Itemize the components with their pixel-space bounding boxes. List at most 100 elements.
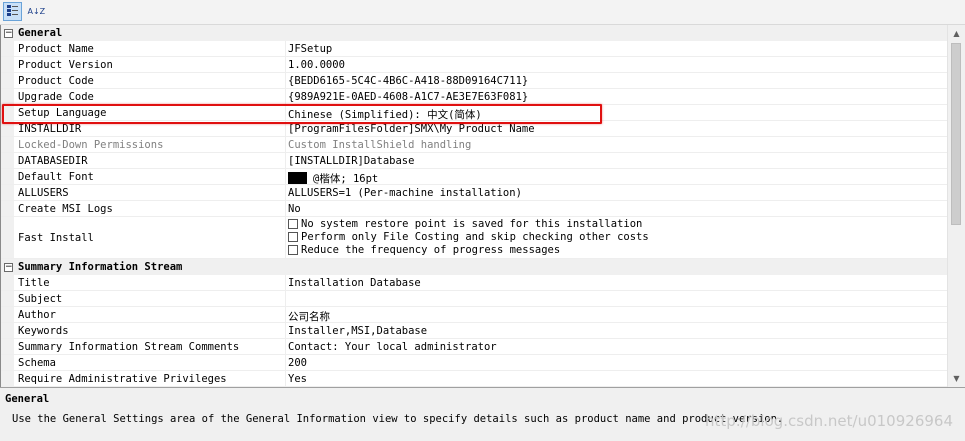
column-divider <box>285 307 286 322</box>
row-margin <box>1 41 14 56</box>
checkbox[interactable] <box>288 245 298 255</box>
property-name: Product Code <box>18 75 94 87</box>
column-divider <box>285 217 286 258</box>
categorized-icon <box>6 4 19 20</box>
property-grid: − General Product Name JFSetup Product Versi… <box>0 25 948 387</box>
column-divider <box>285 323 286 338</box>
property-row[interactable]: Product Version 1.00.0000 <box>1 57 948 73</box>
categorized-view-button[interactable] <box>3 2 22 21</box>
property-value[interactable]: 公司名称 <box>288 309 330 324</box>
property-value[interactable]: ALLUSERS=1 (Per-machine installation) <box>288 187 522 199</box>
property-value[interactable]: [ProgramFilesFolder]SMX\My Product Name <box>288 123 535 135</box>
property-name: Product Name <box>18 43 94 55</box>
row-margin <box>1 57 14 72</box>
property-row[interactable]: Subject <box>1 291 948 307</box>
watermark: http://blog.csdn.net/u010926964 <box>704 412 953 430</box>
font-color-swatch <box>288 172 307 184</box>
property-row[interactable]: Locked-Down Permissions Custom InstallShi… <box>1 137 948 153</box>
scroll-down-icon[interactable]: ▼ <box>948 370 965 387</box>
column-divider <box>285 137 286 152</box>
property-row[interactable]: Default Font @楷体; 16pt <box>1 169 948 185</box>
scroll-thumb[interactable] <box>951 43 961 225</box>
column-divider <box>285 355 286 370</box>
row-margin <box>1 73 14 88</box>
row-margin <box>1 89 14 104</box>
help-pane: General Use the General Settings area of… <box>0 387 965 441</box>
property-name: Summary Information Stream Comments <box>18 341 240 353</box>
alphabetical-icon: A↓Z <box>27 6 46 16</box>
category-summary-information-stream[interactable]: − Summary Information Stream <box>1 259 948 275</box>
row-margin <box>1 291 14 306</box>
property-row[interactable]: DATABASEDIR [INSTALLDIR]Database <box>1 153 948 169</box>
property-value[interactable]: JFSetup <box>288 43 332 55</box>
property-row[interactable]: Product Code {BEDD6165-5C4C-4B6C-A418-88D… <box>1 73 948 89</box>
property-name: Product Version <box>18 59 113 71</box>
fast-install-option[interactable]: Reduce the frequency of progress message… <box>288 244 560 256</box>
property-name: Fast Install <box>18 232 94 244</box>
property-row[interactable]: Summary Information Stream Comments Conta… <box>1 339 948 355</box>
property-value-text: Contact: Your local administrator <box>288 341 497 353</box>
option-label: No system restore point is saved for thi… <box>301 218 643 230</box>
property-value-text: No <box>288 203 301 215</box>
property-value[interactable]: {BEDD6165-5C4C-4B6C-A418-88D09164C711} <box>288 75 528 87</box>
collapse-toggle-icon[interactable]: − <box>4 263 13 272</box>
row-margin <box>1 355 14 370</box>
property-row[interactable]: Require Administrative Privileges Yes <box>1 371 948 387</box>
property-row[interactable]: Schema 200 <box>1 355 948 371</box>
property-value-text: [ProgramFilesFolder]SMX\My Product Name <box>288 123 535 135</box>
fast-install-option[interactable]: No system restore point is saved for thi… <box>288 218 642 230</box>
category-general[interactable]: − General <box>1 25 948 41</box>
property-toolbar: A↓Z <box>0 0 965 25</box>
option-label: Perform only File Costing and skip check… <box>301 231 649 243</box>
property-value[interactable]: [INSTALLDIR]Database <box>288 155 414 167</box>
property-row[interactable]: ALLUSERS ALLUSERS=1 (Per-machine installa… <box>1 185 948 201</box>
row-margin <box>1 323 14 338</box>
property-value[interactable]: Installer,MSI,Database <box>288 325 427 337</box>
checkbox[interactable] <box>288 232 298 242</box>
column-divider <box>285 89 286 104</box>
collapse-toggle-icon[interactable]: − <box>4 29 13 38</box>
property-value-text: @楷体; 16pt <box>313 173 379 185</box>
fast-install-option[interactable]: Perform only File Costing and skip check… <box>288 231 649 243</box>
property-value-text: Custom InstallShield handling <box>288 139 472 151</box>
row-margin <box>1 275 14 290</box>
help-title: General <box>5 393 50 405</box>
property-row[interactable]: Create MSI Logs No <box>1 201 948 217</box>
vertical-scrollbar[interactable]: ▲ ▼ <box>947 25 965 387</box>
property-value[interactable]: 1.00.0000 <box>288 59 345 71</box>
column-divider <box>285 185 286 200</box>
property-row[interactable]: Keywords Installer,MSI,Database <box>1 323 948 339</box>
scroll-up-icon[interactable]: ▲ <box>948 25 965 42</box>
property-row[interactable]: Product Name JFSetup <box>1 41 948 57</box>
checkbox[interactable] <box>288 219 298 229</box>
property-row[interactable]: Author 公司名称 <box>1 307 948 323</box>
property-value-text: Installer,MSI,Database <box>288 325 428 337</box>
property-value-text: Installation Database <box>288 277 421 289</box>
property-value-text: [INSTALLDIR]Database <box>288 155 415 167</box>
property-row[interactable]: Upgrade Code {989A921E-0AED-4608-A1C7-AE3… <box>1 89 948 105</box>
property-value[interactable]: {989A921E-0AED-4608-A1C7-AE3E7E63F081} <box>288 91 528 103</box>
column-divider <box>285 291 286 306</box>
property-name: Upgrade Code <box>18 91 94 103</box>
property-value-text: JFSetup <box>288 43 333 55</box>
property-name: Author <box>18 309 56 321</box>
property-value[interactable]: Custom InstallShield handling <box>288 139 471 151</box>
property-row[interactable]: Title Installation Database <box>1 275 948 291</box>
property-value-text: {BEDD6165-5C4C-4B6C-A418-88D09164C711} <box>288 75 529 87</box>
help-text: Use the General Settings area of the Gen… <box>12 413 784 425</box>
property-value[interactable]: Installation Database <box>288 277 421 289</box>
property-value[interactable]: No <box>288 203 301 215</box>
property-value[interactable]: Yes <box>288 373 307 385</box>
property-value-text: 200 <box>288 357 307 369</box>
alphabetical-view-button[interactable]: A↓Z <box>25 2 46 21</box>
property-row-fast-install[interactable]: Fast Install No system restore point is s… <box>1 217 948 259</box>
property-name: Schema <box>18 357 56 369</box>
column-divider <box>285 201 286 216</box>
row-margin <box>1 371 14 386</box>
property-name: INSTALLDIR <box>18 123 82 135</box>
property-value[interactable]: 200 <box>288 357 307 369</box>
property-value[interactable]: @楷体; 16pt <box>288 171 378 186</box>
property-name: DATABASEDIR <box>18 155 88 167</box>
property-value[interactable]: Contact: Your local administrator <box>288 341 497 353</box>
property-value-text: Yes <box>288 373 307 385</box>
